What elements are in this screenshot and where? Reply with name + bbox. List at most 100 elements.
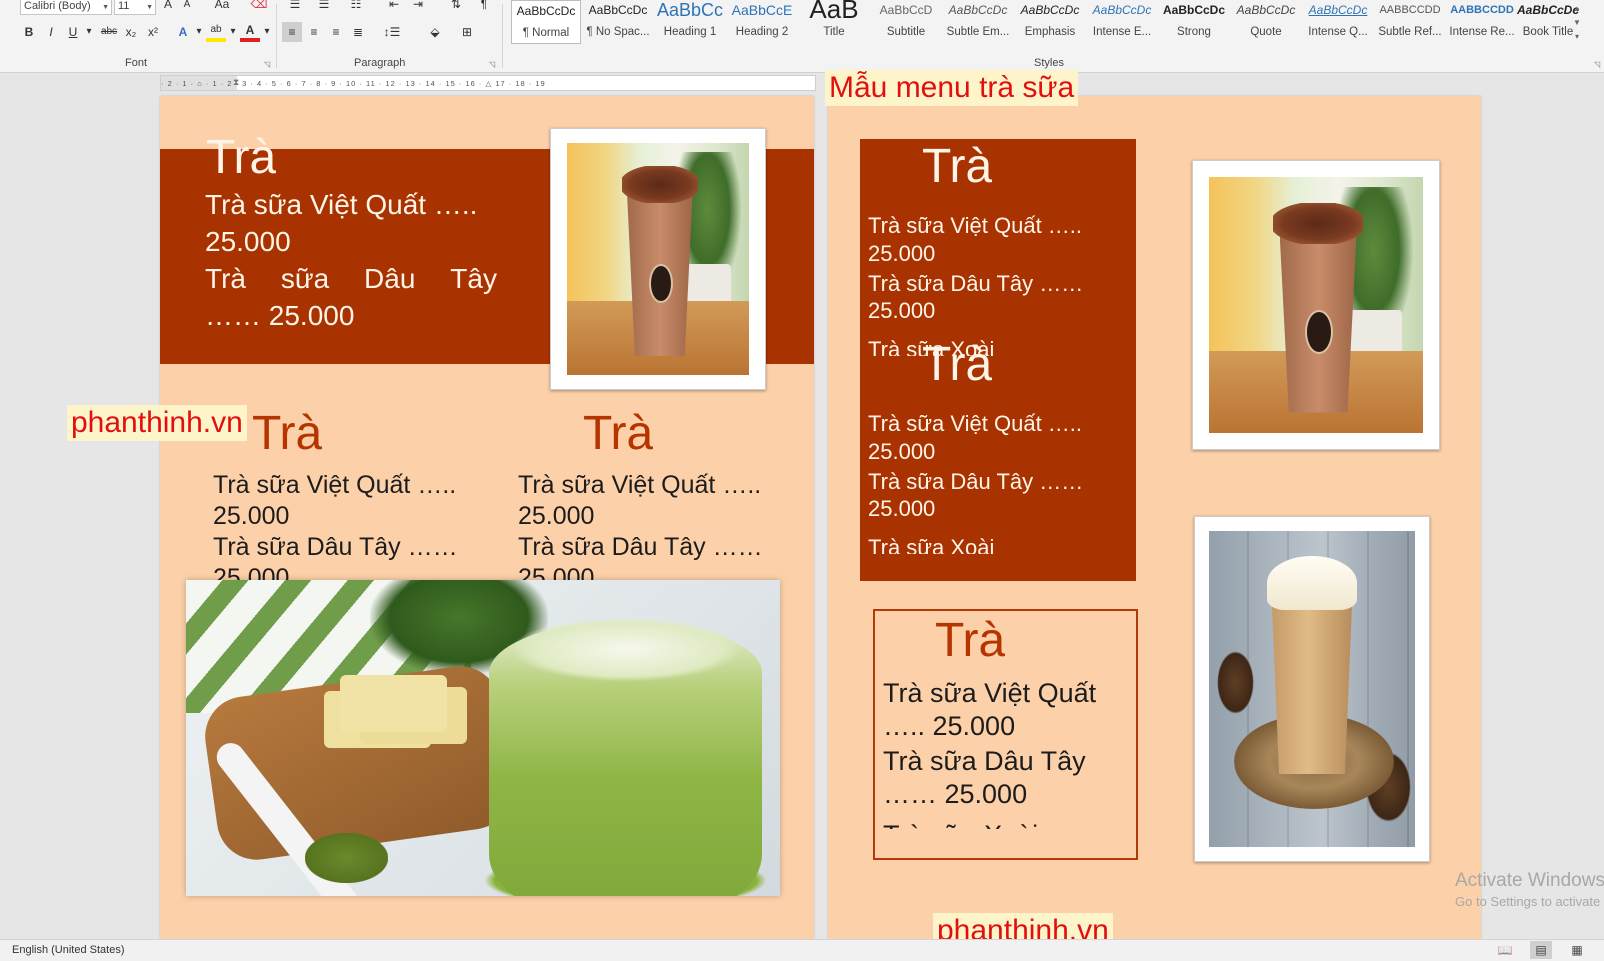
menu-line: Trà sữa Dâu Tây bbox=[205, 261, 497, 297]
style-sample: AaBbCcDc bbox=[1308, 3, 1368, 17]
pilcrow-icon: ¶ bbox=[480, 0, 488, 11]
matcha-powder bbox=[304, 832, 388, 884]
activate-line-2: Go to Settings to activate Windows. bbox=[1455, 894, 1604, 909]
styles-dialog-launcher-icon[interactable]: ◹ bbox=[1594, 60, 1600, 69]
align-right-icon[interactable]: ≡ bbox=[326, 22, 346, 42]
font-name-box[interactable]: Calibri (Body) ▼ bbox=[20, 0, 112, 15]
style-sample: AaBbCcDc bbox=[948, 3, 1008, 17]
style-heading-1[interactable]: AaBbCc Heading 1 bbox=[655, 0, 725, 44]
style-intense-emphasis[interactable]: AaBbCcDc Intense E... bbox=[1087, 0, 1157, 44]
style-subtle-reference[interactable]: AABBCCDD Subtle Ref... bbox=[1375, 0, 1445, 44]
horizontal-ruler[interactable]: · 2 · 1 · ⌂ · 1 · 2 · 3 · 4 · 5 · 6 · 7 … bbox=[160, 75, 816, 91]
status-bar: English (United States) 📖 ▤ ▦ bbox=[0, 939, 1604, 961]
style-title[interactable]: AaB Title bbox=[799, 0, 869, 44]
shrink-font-button[interactable]: A bbox=[180, 0, 194, 15]
matcha-latte-image[interactable] bbox=[186, 580, 780, 896]
pine-cone bbox=[1217, 651, 1255, 715]
menu-line: Trà sữa Dâu Tây bbox=[883, 746, 1086, 776]
font-dialog-launcher-icon[interactable]: ◹ bbox=[264, 60, 270, 69]
print-layout-icon[interactable]: ▤ bbox=[1530, 941, 1552, 959]
style-normal[interactable]: AaBbCcDc ¶ Normal bbox=[511, 0, 581, 44]
menu-title: Trà bbox=[583, 408, 654, 460]
chevron-down-icon[interactable]: ▾ bbox=[194, 22, 204, 42]
chevron-down-icon[interactable]: ▼ bbox=[1570, 16, 1584, 30]
style-sample: AaBbCcDc bbox=[1236, 3, 1296, 17]
style-subtitle[interactable]: AaBbCcD Subtitle bbox=[871, 0, 941, 44]
style-name: Intense E... bbox=[1092, 26, 1152, 38]
page-2: Trà Trà sữa Việt Quất ….. 25.000 Trà sữa… bbox=[828, 96, 1481, 939]
align-center-icon[interactable]: ≡ bbox=[304, 22, 324, 42]
language-indicator[interactable]: English (United States) bbox=[12, 944, 125, 956]
style-sample: AaBbCcE bbox=[731, 2, 793, 18]
styles-scroll[interactable]: ▲ ▼ ▾ bbox=[1570, 2, 1584, 44]
style-name: Quote bbox=[1250, 26, 1282, 38]
borders-icon[interactable]: ⊞ bbox=[454, 22, 480, 42]
increase-indent-icon[interactable]: ⇥ bbox=[408, 0, 428, 14]
cheese-tea-photo bbox=[1209, 531, 1415, 847]
change-case-button[interactable]: Aa bbox=[208, 0, 236, 14]
activate-line-1: Activate Windows bbox=[1455, 870, 1604, 891]
cheese-tea-image[interactable] bbox=[1194, 516, 1430, 862]
italic-button[interactable]: I bbox=[42, 22, 60, 42]
menu-price: 25.000 bbox=[868, 496, 936, 521]
line-spacing-icon[interactable]: ↕☰ bbox=[378, 22, 406, 42]
underline-button[interactable]: U bbox=[64, 22, 82, 42]
font-color-button[interactable]: A bbox=[240, 22, 260, 42]
menu-line: Trà sữa Việt Quất bbox=[883, 678, 1097, 708]
multilevel-list-icon[interactable]: ☷ bbox=[342, 0, 370, 14]
bullets-icon[interactable]: ☰ bbox=[284, 0, 306, 14]
style-sample: AaBbCcDc bbox=[1092, 3, 1152, 17]
menu-line: Trà sữa Dâu Tây …… bbox=[213, 533, 458, 561]
menu-line: Trà sữa Việt Quất ….. bbox=[205, 189, 478, 220]
milk-tea-image-2[interactable] bbox=[1192, 160, 1440, 450]
align-left-icon[interactable]: ≡ bbox=[282, 22, 302, 42]
decrease-indent-icon[interactable]: ⇤ bbox=[384, 0, 404, 14]
italic-glyph: I bbox=[49, 25, 53, 39]
bold-button[interactable]: B bbox=[20, 22, 38, 42]
justify-icon[interactable]: ≣ bbox=[348, 22, 368, 42]
style-heading-2[interactable]: AaBbCcE Heading 2 bbox=[727, 0, 797, 44]
show-formatting-button[interactable]: ¶ bbox=[476, 0, 492, 14]
style-name: Strong bbox=[1177, 26, 1211, 38]
style-intense-reference[interactable]: AABBCCDD Intense Re... bbox=[1447, 0, 1517, 44]
cheese-foam bbox=[1266, 556, 1358, 610]
style-strong[interactable]: AaBbCcDc Strong bbox=[1159, 0, 1229, 44]
superscript-button[interactable]: x² bbox=[144, 22, 162, 42]
sort-icon[interactable]: ⇅ bbox=[446, 0, 466, 14]
style-name: Heading 2 bbox=[735, 26, 789, 38]
style-name: Intense Q... bbox=[1308, 26, 1368, 38]
chevron-down-icon[interactable]: ▾ bbox=[262, 22, 272, 42]
menu-line: Trà sữa Xoài bbox=[883, 819, 1038, 829]
style-emphasis[interactable]: AaBbCcDc Emphasis bbox=[1015, 0, 1085, 44]
menu-title: Trà bbox=[206, 132, 277, 184]
style-name: ¶ Normal bbox=[522, 27, 570, 39]
font-size-box[interactable]: 11 ▼ bbox=[114, 0, 156, 15]
white-chocolate bbox=[340, 674, 448, 732]
strikethrough-button[interactable]: abc bbox=[98, 22, 120, 42]
menu-title: Trà bbox=[922, 339, 993, 391]
chevron-down-icon[interactable]: ▾ bbox=[228, 22, 238, 42]
clear-formatting-icon[interactable]: ⌫ bbox=[250, 0, 268, 14]
style-sample: AaBbCcDc bbox=[1162, 3, 1225, 17]
milk-tea-image[interactable] bbox=[550, 128, 766, 390]
style-no-spacing[interactable]: AaBbCcDc ¶ No Spac... bbox=[583, 0, 653, 44]
numbering-icon[interactable]: ☰ bbox=[312, 0, 336, 14]
indent-marker-icon[interactable]: ⧗ bbox=[233, 77, 239, 88]
grow-font-button[interactable]: A bbox=[160, 0, 176, 14]
cup-logo bbox=[1305, 310, 1334, 354]
highlight-button[interactable]: ab bbox=[206, 22, 226, 42]
style-subtle-emphasis[interactable]: AaBbCcDc Subtle Em... bbox=[943, 0, 1013, 44]
read-mode-icon[interactable]: 📖 bbox=[1494, 941, 1516, 959]
paragraph-dialog-launcher-icon[interactable]: ◹ bbox=[489, 60, 495, 69]
shading-icon[interactable]: ⬙ bbox=[422, 22, 448, 42]
menu-block-red: Trà Trà sữa Việt Quất ….. 25.000 Trà sữa… bbox=[860, 139, 1136, 581]
text-effects-button[interactable]: A bbox=[174, 22, 192, 42]
style-intense-quote[interactable]: AaBbCcDc Intense Q... bbox=[1303, 0, 1373, 44]
menu-price: 25.000 bbox=[205, 226, 291, 257]
chevron-down-icon[interactable]: ▾ bbox=[84, 22, 94, 42]
chevron-up-icon[interactable]: ▲ bbox=[1570, 2, 1584, 16]
subscript-button[interactable]: x₂ bbox=[122, 22, 140, 42]
web-layout-icon[interactable]: ▦ bbox=[1566, 941, 1588, 959]
more-styles-icon[interactable]: ▾ bbox=[1570, 30, 1584, 44]
style-quote[interactable]: AaBbCcDc Quote bbox=[1231, 0, 1301, 44]
